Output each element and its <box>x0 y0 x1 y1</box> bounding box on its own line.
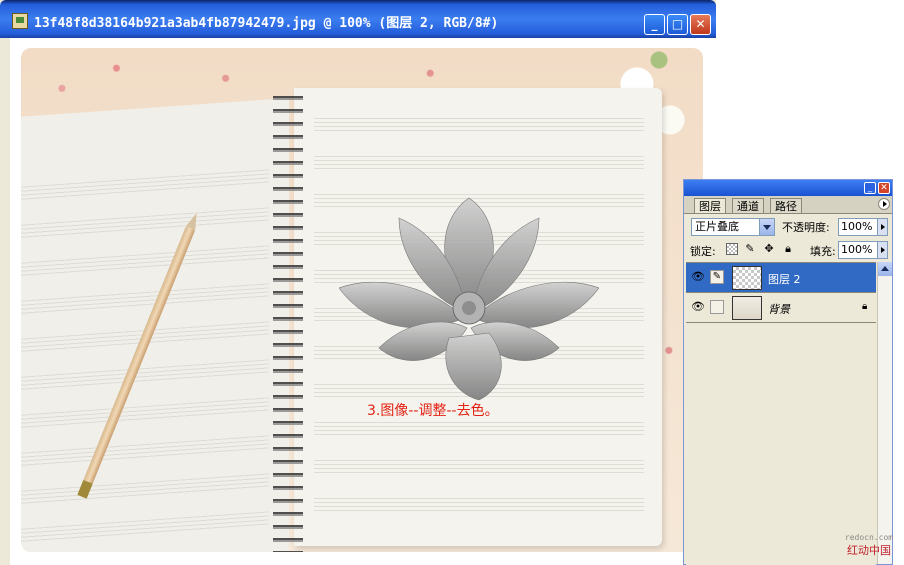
layer-thumbnail[interactable] <box>732 266 762 290</box>
layer-row[interactable]: 👁︎ ✎ 图层 2 <box>686 263 876 293</box>
fill-slider-arrow-icon[interactable] <box>877 242 887 258</box>
layers-panel: _ ✕ 图层 通道 路径 正片叠底 不透明度: 100% 锁定: ✎ ✥ 🔒︎ … <box>683 179 893 565</box>
opacity-field[interactable]: 100% <box>838 218 888 236</box>
lock-icon: 🔒︎ <box>862 301 868 312</box>
brush-icon: ✎ <box>710 270 724 284</box>
chevron-down-icon[interactable] <box>759 219 774 235</box>
lock-move-icon[interactable]: ✥ <box>763 243 775 255</box>
panel-menu-arrow-icon[interactable] <box>878 198 890 210</box>
lock-label: 锁定: <box>690 245 716 258</box>
opacity-slider-arrow-icon[interactable] <box>877 219 887 235</box>
eye-icon[interactable]: 👁︎ <box>690 270 706 284</box>
tutorial-caption: 3.图像--调整--去色。 <box>367 403 499 419</box>
tab-channels[interactable]: 通道 <box>732 198 764 213</box>
minimize-button[interactable]: _ <box>644 14 665 35</box>
opacity-value: 100% <box>841 220 873 233</box>
document-title: 13f48f8d38164b921a3ab4fb87942479.jpg @ 1… <box>34 16 499 31</box>
close-button[interactable]: ✕ <box>690 14 711 35</box>
scroll-up-icon[interactable] <box>878 262 892 276</box>
notebook-photo[interactable]: 3.图像--调整--去色。 <box>21 48 703 552</box>
photoshop-document-icon <box>12 13 28 29</box>
layers-list: 👁︎ ✎ 图层 2 👁︎ 背景 🔒︎ <box>686 262 876 565</box>
lotus-flower-image <box>339 197 599 401</box>
layer-thumbnail[interactable] <box>732 296 762 320</box>
tab-layers[interactable]: 图层 <box>694 198 726 213</box>
blend-mode-select[interactable]: 正片叠底 <box>691 218 775 236</box>
tab-paths[interactable]: 路径 <box>770 198 802 213</box>
maximize-button[interactable]: □ <box>667 14 688 35</box>
panel-tabs: 图层 通道 路径 <box>684 196 892 214</box>
opacity-label: 不透明度: <box>782 221 830 234</box>
fill-value: 100% <box>841 243 873 256</box>
site-watermark: redocn.com 红动中国 <box>838 533 900 561</box>
fill-label: 填充: <box>810 245 836 258</box>
panel-close-button[interactable]: ✕ <box>878 182 890 194</box>
panel-minimize-button[interactable]: _ <box>864 182 876 194</box>
lock-paint-brush-icon[interactable]: ✎ <box>744 243 756 255</box>
site-url: redocn.com <box>844 533 894 542</box>
document-titlebar[interactable]: 13f48f8d38164b921a3ab4fb87942479.jpg @ 1… <box>0 0 716 38</box>
lock-transparency-icon[interactable] <box>726 243 738 255</box>
link-slot[interactable] <box>710 300 724 314</box>
layer-name[interactable]: 背景 <box>768 301 790 317</box>
panel-titlebar[interactable]: _ ✕ <box>684 180 892 196</box>
fill-field[interactable]: 100% <box>838 241 888 259</box>
lock-all-icon[interactable]: 🔒︎ <box>782 243 794 255</box>
blend-mode-value: 正片叠底 <box>695 220 739 233</box>
layer-row[interactable]: 👁︎ 背景 🔒︎ <box>686 293 876 323</box>
notebook-spiral <box>273 96 303 552</box>
eye-icon[interactable]: 👁︎ <box>690 300 706 314</box>
layer-name[interactable]: 图层 2 <box>768 271 801 287</box>
layers-scrollbar[interactable] <box>877 262 892 564</box>
site-name: 红动中国 <box>847 544 891 557</box>
